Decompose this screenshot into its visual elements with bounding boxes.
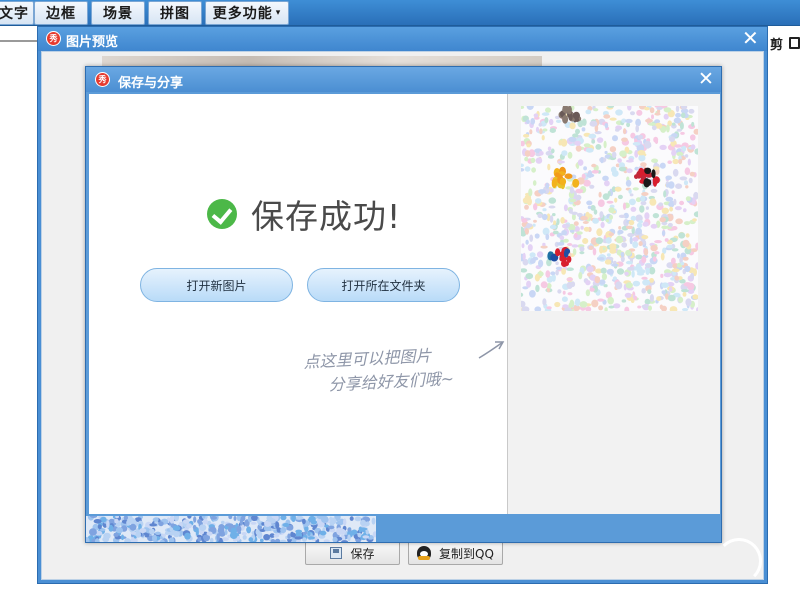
image-bottom-strip (86, 516, 376, 542)
menu-collage-button[interactable]: 拼图 (148, 1, 202, 25)
dialog-close-icon[interactable]: ✕ (698, 69, 714, 89)
qq-penguin-icon (417, 546, 432, 560)
preview-photo-edge (102, 56, 542, 66)
open-folder-button[interactable]: 打开所在文件夹 (307, 268, 460, 302)
preview-title-bar[interactable]: 秀 图片预览 ✕ (38, 27, 767, 51)
menu-text-label: 文字 (0, 6, 29, 22)
save-success-text: 保存成功! (251, 197, 402, 236)
corner-decoration (716, 538, 762, 584)
save-button[interactable]: 保存 (305, 541, 400, 565)
menu-text-button[interactable]: 文字 (0, 1, 34, 25)
dialog-title: 保存与分享 (118, 76, 184, 91)
copy-to-qq-label: 复制到QQ (439, 546, 494, 561)
save-button-label: 保存 (350, 546, 375, 561)
checkmark-icon (207, 199, 237, 229)
menu-border-label: 边框 (46, 6, 76, 22)
preview-window-title: 图片预览 (66, 35, 119, 50)
open-new-image-label: 打开新图片 (186, 278, 247, 293)
open-folder-label: 打开所在文件夹 (341, 278, 426, 293)
menu-scene-label: 场景 (103, 6, 133, 22)
hint-arrow-icon (478, 341, 505, 359)
dialog-title-bar[interactable]: 秀 保存与分享 ✕ (86, 67, 721, 92)
open-new-image-button[interactable]: 打开新图片 (140, 268, 293, 302)
menu-border-button[interactable]: 边框 (34, 1, 88, 25)
app-logo-icon: 秀 (95, 72, 110, 87)
chevron-down-icon: ▾ (275, 8, 282, 18)
menu-more-features-button[interactable]: 更多功能 ▾ (205, 1, 289, 25)
canvas-ruler-line (0, 40, 40, 42)
share-hint-text[interactable]: 点这里可以把图片 分享给好友们哦~ (303, 341, 485, 398)
floppy-disk-icon (330, 547, 343, 559)
menu-scene-button[interactable]: 场景 (91, 1, 145, 25)
menu-collage-label: 拼图 (160, 6, 190, 22)
save-success-message: 保存成功! (207, 190, 401, 238)
crop-label[interactable]: 剪 (770, 34, 783, 53)
menu-more-label: 更多功能 (212, 6, 273, 22)
copy-to-qq-button[interactable]: 复制到QQ (408, 541, 503, 565)
preview-close-icon[interactable]: ✕ (742, 28, 759, 48)
share-hint-line1: 点这里可以把图片 (302, 346, 432, 372)
share-hint-line2: 分享给好友们哦~ (328, 368, 455, 395)
main-menubar: 文字 边框 场景 拼图 更多功能 ▾ (0, 0, 800, 26)
app-logo-icon: 秀 (46, 31, 61, 46)
crop-icon[interactable] (789, 37, 800, 49)
dialog-main-panel: 保存成功! 打开新图片 打开所在文件夹 点这里可以把图片 分享给好友们哦~ (89, 94, 507, 514)
saved-image-thumbnail (521, 106, 698, 311)
save-share-dialog: 秀 保存与分享 ✕ 保存成功! 打开新图片 打开所在文件夹 点这里可以把图片 分… (85, 66, 722, 543)
